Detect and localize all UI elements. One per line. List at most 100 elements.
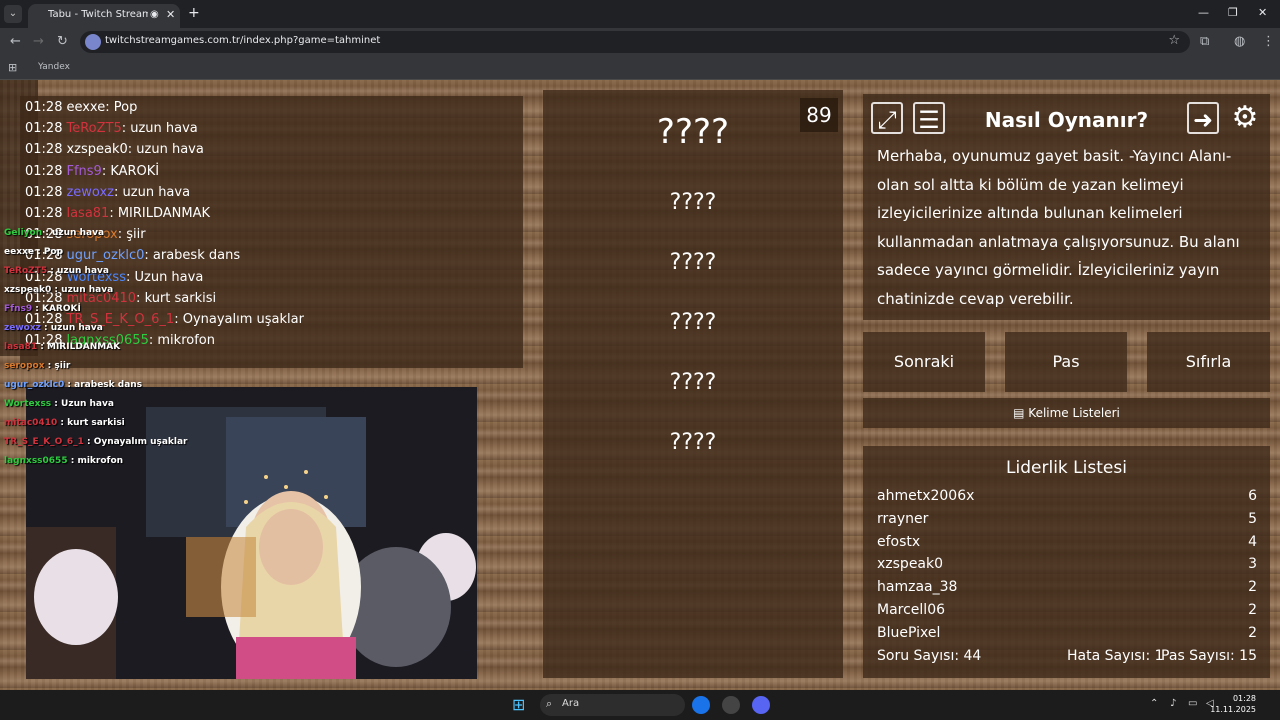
overlay-username: Ffns9	[4, 304, 33, 314]
audio-icon[interactable]: ◉	[150, 9, 159, 20]
overlay-text: mikrofon	[77, 456, 124, 466]
player-score: 6	[1248, 488, 1257, 504]
chat-time: 01:28	[25, 184, 63, 200]
word-lists-button[interactable]: ▤ Kelime Listeleri	[863, 398, 1270, 428]
chat-message: 01:28 xzspeak0: uzun hava	[25, 142, 204, 157]
profile-icon[interactable]: ◍	[1234, 34, 1245, 49]
leaderboard-panel: Liderlik Listesi ahmetx2006x 6 rrayner 5 efo…	[863, 446, 1270, 678]
restore-icon[interactable]: ❐	[1228, 6, 1238, 19]
overlay-chat-message: Geliyon : uzun hava	[4, 228, 104, 238]
leaderboard-row: BluePixel 2	[877, 625, 1257, 638]
bookmark-yandex[interactable]: Yandex	[38, 62, 70, 72]
overlay-username: Geliyon	[4, 228, 43, 238]
overlay-username: TeRoZT5	[4, 266, 48, 276]
leaderboard-row: Marcell06 2	[877, 602, 1257, 618]
chat-message: 01:28 Ffns9: KAROKİ	[25, 164, 159, 179]
menu-icon[interactable]: ⋮	[1262, 34, 1275, 49]
chat-text: arabesk dans	[152, 248, 241, 264]
overlay-username: Wortexss	[4, 399, 52, 409]
overlay-text: Pop	[43, 247, 64, 257]
address-bar[interactable]: twitchstreamgames.com.tr/index.php?game=…	[80, 31, 1190, 53]
overlay-separator: :	[67, 456, 78, 466]
chat-text: MIRILDANMAK	[117, 206, 211, 221]
gear-icon[interactable]: ⚙	[1229, 102, 1261, 134]
player-score: 2	[1248, 624, 1257, 638]
overlay-text: uzun hava	[56, 266, 109, 276]
overlay-separator: :	[33, 247, 44, 257]
pass-button[interactable]: Pas	[1005, 332, 1127, 392]
chat-username[interactable]: eexxe	[66, 100, 105, 115]
close-tab-icon[interactable]: ✕	[166, 8, 175, 21]
forbidden-word: ????	[669, 310, 717, 335]
tray-chevron-icon[interactable]: ⌃	[1150, 698, 1158, 709]
bookmark-star-icon[interactable]: ☆	[1168, 33, 1180, 48]
chrome-icon[interactable]	[692, 696, 710, 714]
overlay-username: lasa81	[4, 342, 38, 352]
overlay-separator: :	[40, 323, 51, 333]
leaderboard-row: ahmetx2006x 6	[877, 488, 1257, 504]
player-name: rrayner	[877, 510, 929, 527]
windows-start-icon[interactable]: ⊞	[512, 696, 530, 714]
tab-bar: ⌄ Tabu - Twitch Stream Game ◉ ✕ + — ❐ ✕	[0, 0, 1280, 28]
tab-search-icon[interactable]: ⌄	[4, 5, 22, 23]
overlay-text: KAROKİ	[41, 304, 81, 314]
chat-text: mikrofon	[157, 333, 215, 349]
question-count: Soru Sayısı: 44	[877, 648, 982, 664]
leaderboard-row: rrayner 5	[877, 511, 1257, 527]
overlay-chat-message: lasa81 : MIRILDANMAK	[4, 342, 120, 352]
address-row: ← → ↻ twitchstreamgames.com.tr/index.php…	[0, 28, 1280, 56]
overlay-chat-message: zewoxz : uzun hava	[4, 323, 103, 333]
chat-username[interactable]: zewoxz	[66, 185, 114, 200]
overlay-separator: :	[51, 285, 62, 295]
app-icon[interactable]	[722, 696, 740, 714]
webcam-image	[26, 387, 477, 679]
chat-message: 01:28 TeRoZT5: uzun hava	[25, 121, 198, 136]
tab-active[interactable]: Tabu - Twitch Stream Game ◉ ✕	[28, 4, 180, 28]
forward-icon[interactable]: →	[33, 34, 44, 49]
url-text[interactable]: twitchstreamgames.com.tr/index.php?game=…	[105, 35, 380, 46]
overlay-text: şiir	[54, 361, 71, 371]
reset-button[interactable]: Sıfırla	[1147, 332, 1270, 392]
forbidden-word: ????	[669, 370, 717, 395]
overlay-text: MIRILDANMAK	[47, 342, 121, 352]
overlay-username: lagnxss0655	[4, 456, 68, 466]
clock[interactable]: 01:28 11.11.2025	[1210, 693, 1256, 715]
reload-icon[interactable]: ↻	[57, 34, 68, 49]
forbidden-word: ????	[669, 430, 717, 455]
taskbar-search[interactable]: ⌕ Ara	[540, 694, 685, 716]
next-button[interactable]: Sonraki	[863, 332, 985, 392]
extensions-icon[interactable]: ⧉	[1200, 34, 1209, 49]
minimize-icon[interactable]: —	[1198, 6, 1209, 19]
back-icon[interactable]: ←	[10, 34, 21, 49]
chat-separator: :	[117, 227, 127, 243]
leaderboard-row: efostx 4	[877, 534, 1257, 550]
chat-message: 01:28 eexxe: Pop	[25, 100, 137, 115]
chat-time: 01:28	[25, 206, 63, 221]
chat-message: 01:28 lasa81: MIRILDANMAK	[25, 206, 210, 221]
chat-text: kurt sarkisi	[144, 290, 217, 306]
chat-username[interactable]: ugur_ozklc0	[66, 248, 144, 263]
chat-username[interactable]: lasa81	[66, 206, 109, 221]
chat-username[interactable]: xzspeak0	[66, 142, 127, 157]
word-lists-label: Kelime Listeleri	[1028, 406, 1120, 420]
network-icon[interactable]: ▭	[1188, 698, 1197, 709]
close-window-icon[interactable]: ✕	[1258, 6, 1267, 19]
player-name: Marcell06	[877, 602, 946, 618]
discord-icon[interactable]	[752, 696, 770, 714]
overlay-chat-message: eexxe : Pop	[4, 247, 63, 257]
overlay-separator: :	[51, 399, 62, 409]
leaderboard-footer: Soru Sayısı: 44 Hata Sayısı: 1 Pas Sayıs…	[877, 648, 1257, 664]
site-info-icon[interactable]	[85, 34, 101, 50]
browser-chrome: ⌄ Tabu - Twitch Stream Game ◉ ✕ + — ❐ ✕ …	[0, 0, 1280, 80]
leaderboard-row: xzspeak0 3	[877, 556, 1257, 572]
chat-message: 01:28 zewoxz: uzun hava	[25, 185, 190, 200]
chat-username[interactable]: Ffns9	[66, 164, 101, 179]
chat-username[interactable]: TeRoZT5	[66, 121, 121, 136]
logout-icon[interactable]: ➜	[1187, 102, 1219, 134]
mic-icon[interactable]: ♪	[1170, 698, 1176, 709]
apps-icon[interactable]: ⊞	[8, 61, 17, 74]
new-tab-icon[interactable]: +	[188, 5, 200, 21]
overlay-text: arabesk dans	[74, 380, 143, 390]
chat-separator: :	[121, 121, 131, 137]
chat-separator: :	[109, 206, 118, 221]
